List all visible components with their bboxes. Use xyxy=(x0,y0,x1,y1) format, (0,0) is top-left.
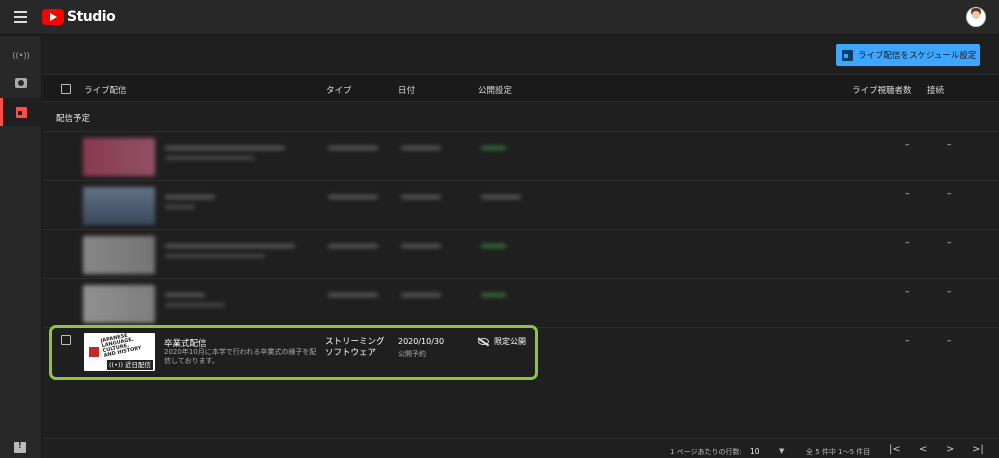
calendar-icon xyxy=(15,106,27,118)
main-content: ライブ配信をスケジュール設定 ライブ配信 タイプ 日付 公開設定 ライブ視聴者数… xyxy=(43,36,999,458)
header-connection[interactable]: 接続 xyxy=(927,84,944,96)
camera-icon xyxy=(15,78,27,88)
blurred-text xyxy=(401,244,441,248)
blurred-text xyxy=(401,146,441,150)
table-row[interactable]: – – xyxy=(43,278,999,327)
table-row[interactable]: – – xyxy=(43,131,999,180)
video-thumbnail xyxy=(83,138,155,176)
blurred-text xyxy=(328,146,378,150)
stream-type: ストリーミング ソフトウェア xyxy=(325,337,385,358)
blurred-text xyxy=(328,293,378,297)
stream-date: 2020/10/30 xyxy=(398,337,445,346)
header-visibility[interactable]: 公開設定 xyxy=(478,84,512,96)
top-app-bar: Studio xyxy=(0,0,999,35)
visibility-setting[interactable]: 限定公開 xyxy=(478,336,526,347)
connection-value: – xyxy=(947,140,952,150)
table-row[interactable]: – – xyxy=(43,180,999,229)
viewers-value: – xyxy=(905,287,910,297)
schedule-stream-button[interactable]: ライブ配信をスケジュール設定 xyxy=(836,44,980,66)
page-range: 全 5 件中 1～5 件目 xyxy=(806,448,871,456)
calendar-icon xyxy=(842,49,853,61)
blurred-row-content xyxy=(83,136,583,176)
table-row[interactable]: – – xyxy=(43,229,999,278)
avatar[interactable] xyxy=(966,7,986,27)
connection-value: – xyxy=(947,287,952,297)
calendar-dot xyxy=(17,110,22,115)
sidebar: ((•)) xyxy=(0,36,42,458)
connection-value: – xyxy=(947,238,952,248)
upcoming-badge: ((•)) 近日配信 xyxy=(107,360,153,370)
blurred-text xyxy=(165,244,295,248)
dropdown-arrow-icon[interactable]: ▼ xyxy=(779,447,784,455)
pagination-footer: 1 ページあたりの行数: 10 ▼ 全 5 件中 1～5 件目 |< < > >… xyxy=(43,438,999,458)
last-page-button[interactable]: >| xyxy=(972,444,984,455)
row-checkbox[interactable] xyxy=(61,335,71,345)
blurred-row-content xyxy=(83,283,583,323)
schedule-stream-label: ライブ配信をスケジュール設定 xyxy=(858,51,977,61)
table-header: ライブ配信 タイプ 日付 公開設定 ライブ視聴者数 接続 xyxy=(43,76,999,102)
blurred-text xyxy=(165,156,255,160)
sidebar-item-webcam[interactable] xyxy=(0,69,42,97)
sidebar-item-live[interactable]: ((•)) xyxy=(0,41,42,69)
header-date[interactable]: 日付 xyxy=(398,84,415,96)
blurred-text xyxy=(401,293,441,297)
blurred-text xyxy=(165,303,225,307)
youtube-play-icon xyxy=(42,9,64,25)
header-live[interactable]: ライブ配信 xyxy=(84,84,127,96)
stream-description: 2020年10月に本学で行われる卒業式の様子を配信しております。 xyxy=(164,348,317,365)
viewers-value: – xyxy=(905,140,910,150)
blurred-text xyxy=(165,205,195,209)
video-thumbnail xyxy=(83,187,155,225)
blurred-text xyxy=(328,244,378,248)
sidebar-item-managed[interactable] xyxy=(0,98,42,126)
blurred-text xyxy=(165,293,205,297)
video-thumbnail[interactable]: JAPANESE LANGUAGE, CULTURE, AND HISTORY … xyxy=(84,333,155,371)
video-thumbnail xyxy=(83,236,155,274)
menu-icon[interactable] xyxy=(14,11,27,23)
blurred-status xyxy=(481,293,506,297)
action-bar: ライブ配信をスケジュール設定 xyxy=(43,36,999,75)
logo-text: Studio xyxy=(67,9,116,25)
blurred-row-content xyxy=(83,234,583,274)
blurred-text xyxy=(401,195,441,199)
prev-page-button[interactable]: < xyxy=(919,444,927,455)
feedback-icon[interactable] xyxy=(14,441,26,453)
header-viewers[interactable]: ライブ視聴者数 xyxy=(852,84,912,96)
blurred-text xyxy=(328,195,378,199)
blurred-row-content xyxy=(83,185,583,225)
rows-per-page-label: 1 ページあたりの行数: xyxy=(670,448,742,456)
camera-lens xyxy=(18,80,24,86)
rows-per-page-select[interactable]: 10 xyxy=(750,447,760,456)
header-type[interactable]: タイプ xyxy=(326,84,352,96)
studio-logo[interactable]: Studio xyxy=(42,8,116,26)
connection-value: – xyxy=(947,189,952,199)
flag-graphic xyxy=(89,347,99,357)
viewers-value: – xyxy=(905,189,910,199)
stream-date-status: 公開予約 xyxy=(398,350,426,358)
thumbnail-text: JAPANESE LANGUAGE, CULTURE, AND HISTORY xyxy=(100,333,143,359)
blurred-status xyxy=(481,244,506,248)
select-all-checkbox[interactable] xyxy=(61,84,71,94)
blurred-text xyxy=(165,146,285,150)
blurred-text xyxy=(165,254,265,258)
blurred-status xyxy=(481,195,521,199)
viewers-value: – xyxy=(905,238,910,248)
eye-off-icon xyxy=(478,338,489,345)
video-thumbnail xyxy=(83,285,155,323)
section-upcoming: 配信予定 xyxy=(56,114,91,124)
next-page-button[interactable]: > xyxy=(946,444,954,455)
blurred-status xyxy=(481,146,506,150)
first-page-button[interactable]: |< xyxy=(889,444,901,455)
connection-value: – xyxy=(947,336,952,346)
broadcast-icon: ((•)) xyxy=(12,50,30,60)
blurred-text xyxy=(165,195,215,199)
viewers-value: – xyxy=(905,336,910,346)
visibility-label: 限定公開 xyxy=(494,337,526,346)
